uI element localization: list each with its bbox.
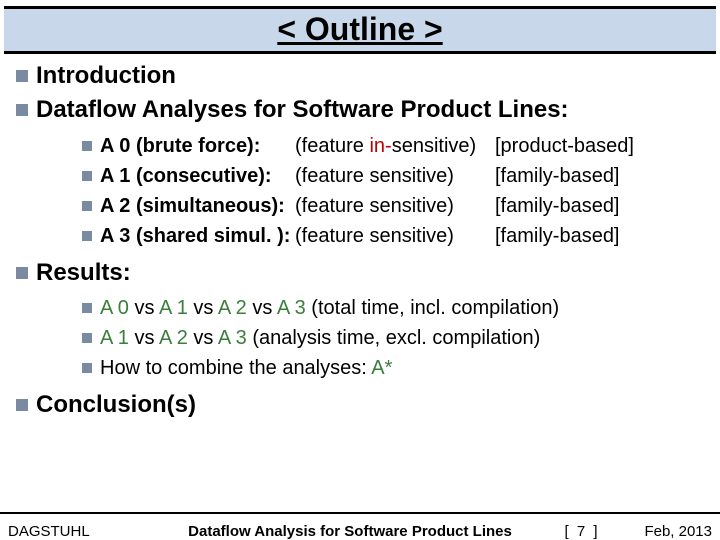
- text: vs: [193, 327, 217, 349]
- alg-name: A 0 (brute force):: [100, 131, 295, 161]
- text-insensitive: in-: [369, 135, 391, 157]
- alg-feature: (feature sensitive): [295, 221, 495, 251]
- text: (analysis time, excl. compilation): [252, 327, 540, 349]
- slide: < Outline > Introduction Dataflow Analys…: [0, 6, 720, 540]
- footer-center: Dataflow Analysis for Software Product L…: [148, 523, 552, 540]
- text: A 3: [218, 327, 252, 349]
- alg-name: A 1 (consecutive):: [100, 161, 295, 191]
- text: vs: [134, 327, 158, 349]
- footer: DAGSTUHL Dataflow Analysis for Software …: [0, 516, 720, 540]
- alg-basis: [product-based]: [495, 131, 665, 161]
- footer-page: [ 7 ]: [552, 523, 612, 540]
- text: A 0: [100, 297, 134, 319]
- results-item-1: A 0 vs A 1 vs A 2 vs A 3 (total time, in…: [82, 293, 708, 323]
- text: sensitive): [392, 135, 476, 157]
- bullet-results-label: Results:: [36, 259, 131, 286]
- outline-list: Introduction Dataflow Analyses for Softw…: [12, 60, 708, 422]
- results-item-3: How to combine the analyses: A*: [82, 353, 708, 383]
- footer-left: DAGSTUHL: [8, 523, 148, 540]
- algorithms-list: A 0 (brute force): (feature in-sensitive…: [36, 131, 708, 251]
- alg-basis: [family-based]: [495, 191, 665, 221]
- alg-basis: [family-based]: [495, 221, 665, 251]
- alg-basis: [family-based]: [495, 161, 665, 191]
- results-list: A 0 vs A 1 vs A 2 vs A 3 (total time, in…: [36, 293, 708, 383]
- bullet-conclusion: Conclusion(s): [12, 389, 708, 421]
- text: A 1: [100, 327, 134, 349]
- slide-content: Introduction Dataflow Analyses for Softw…: [0, 54, 720, 422]
- text: A 2: [218, 297, 252, 319]
- text: (feature: [295, 135, 369, 157]
- slide-title: < Outline >: [4, 6, 716, 54]
- alg-feature: (feature in-sensitive): [295, 131, 495, 161]
- text: How to combine the analyses:: [100, 357, 371, 379]
- footer-right: Feb, 2013: [612, 523, 712, 540]
- text: vs: [134, 297, 158, 319]
- alg-name: A 2 (simultaneous):: [100, 191, 295, 221]
- results-item-2: A 1 vs A 2 vs A 3 (analysis time, excl. …: [82, 323, 708, 353]
- text: vs: [252, 297, 276, 319]
- alg-row-a0: A 0 (brute force): (feature in-sensitive…: [82, 131, 708, 161]
- bullet-introduction: Introduction: [12, 60, 708, 92]
- text-astar: A*: [371, 357, 392, 379]
- alg-feature: (feature sensitive): [295, 161, 495, 191]
- bullet-dataflow: Dataflow Analyses for Software Product L…: [12, 94, 708, 250]
- alg-row-a2: A 2 (simultaneous): (feature sensitive) …: [82, 191, 708, 221]
- alg-row-a3: A 3 (shared simul. ): (feature sensitive…: [82, 221, 708, 251]
- text: (total time, incl. compilation): [311, 297, 559, 319]
- text: A 3: [277, 297, 311, 319]
- text: A 2: [159, 327, 193, 349]
- footer-divider: [0, 512, 720, 514]
- alg-row-a1: A 1 (consecutive): (feature sensitive) […: [82, 161, 708, 191]
- text: vs: [193, 297, 217, 319]
- bullet-results: Results: A 0 vs A 1 vs A 2 vs A 3 (total…: [12, 257, 708, 383]
- bullet-dataflow-label: Dataflow Analyses for Software Product L…: [36, 96, 569, 123]
- alg-name: A 3 (shared simul. ):: [100, 221, 295, 251]
- alg-feature: (feature sensitive): [295, 191, 495, 221]
- text: A 1: [159, 297, 193, 319]
